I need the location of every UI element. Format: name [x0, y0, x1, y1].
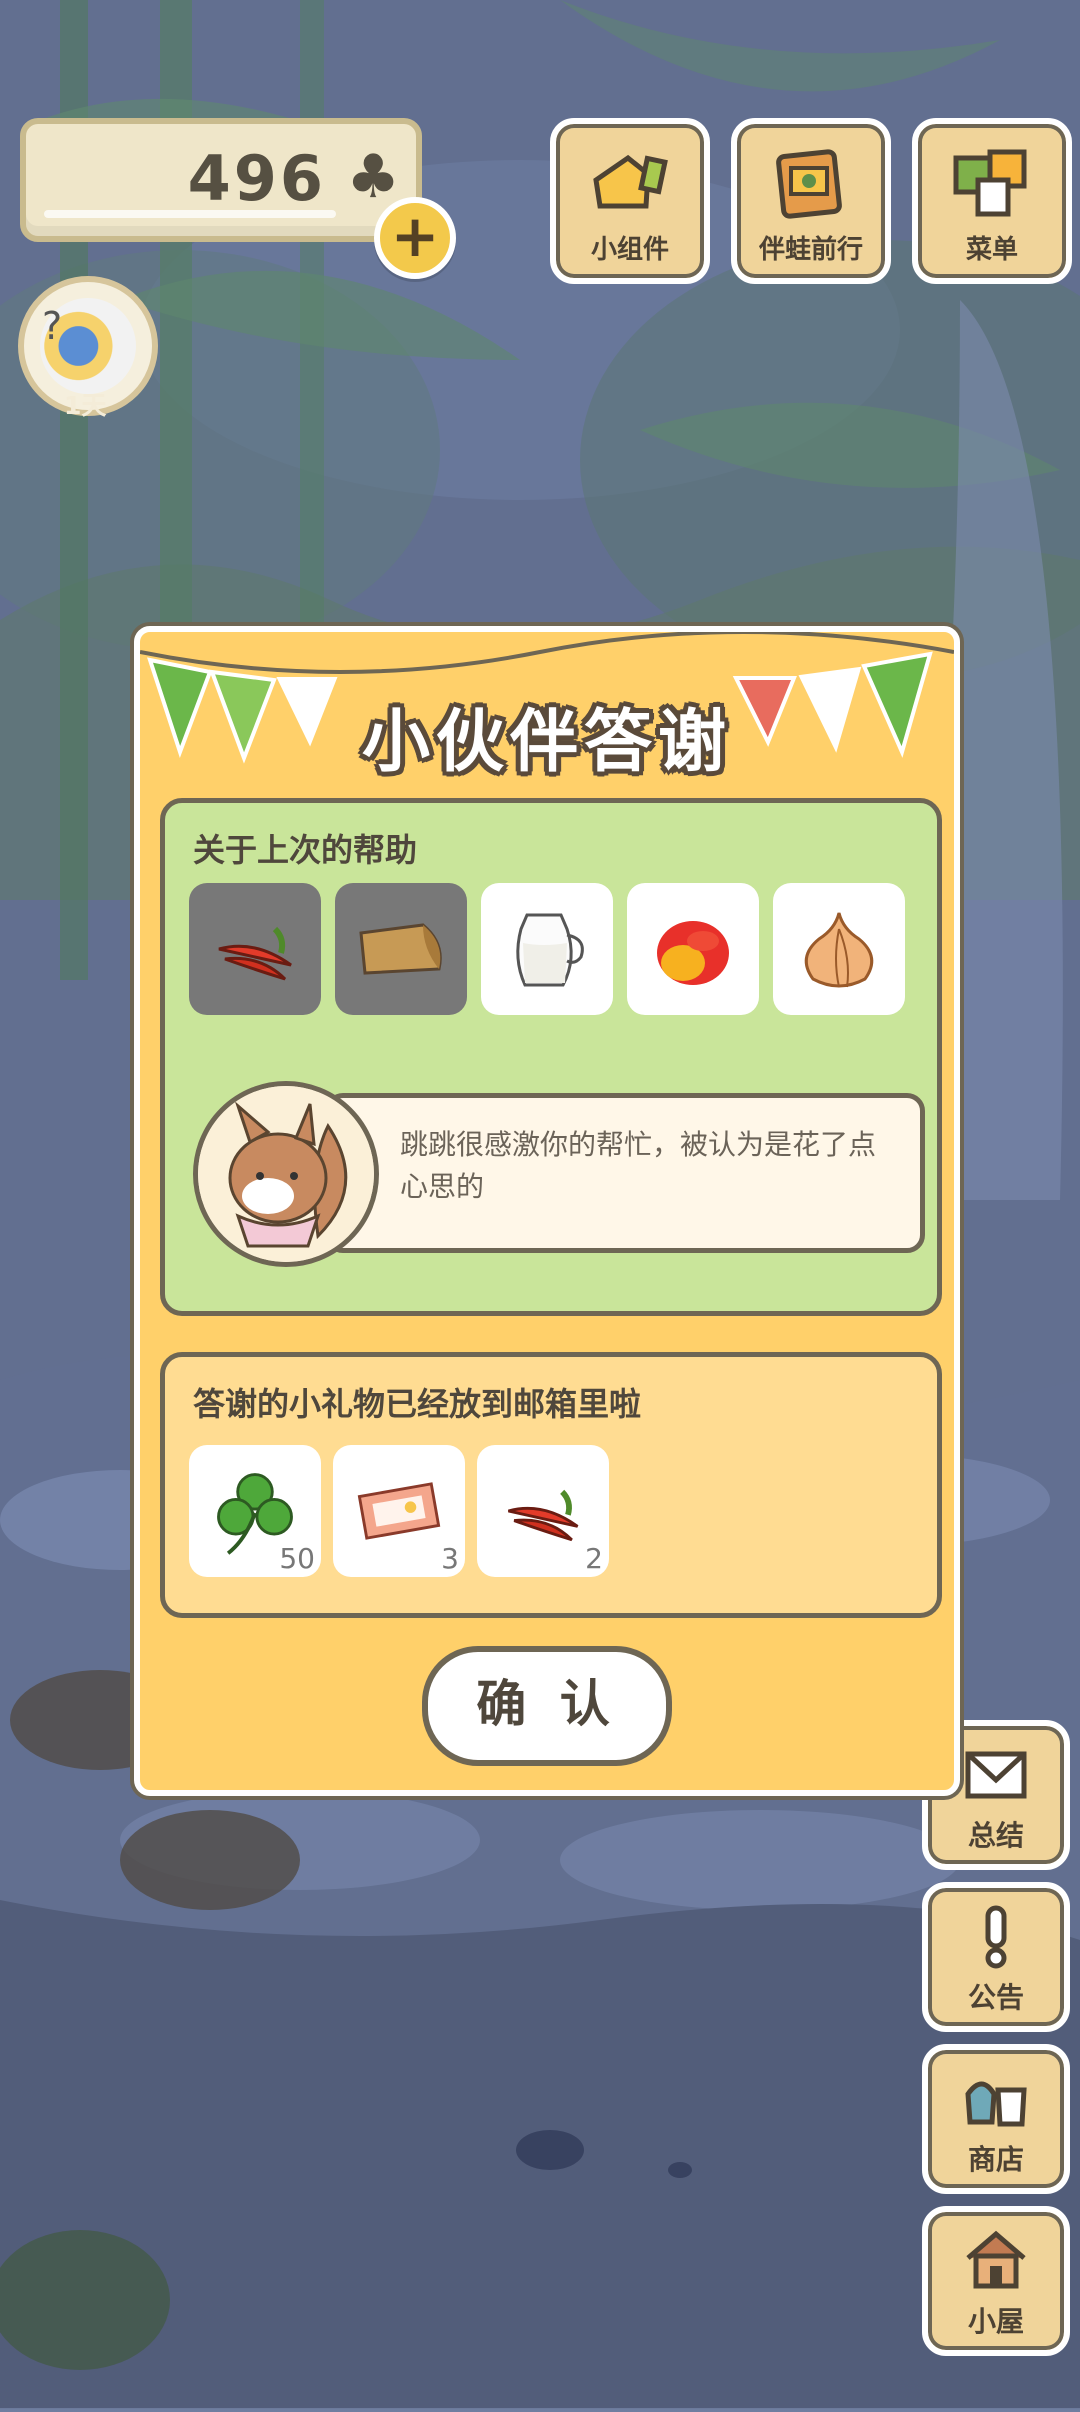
house-button[interactable]: 小屋 — [922, 2206, 1070, 2356]
question-mark-icon: ? — [42, 304, 63, 348]
menu-icon — [953, 149, 1027, 217]
squirrel-avatar — [193, 1081, 379, 1267]
squirrel-icon — [198, 1086, 374, 1262]
gift-section: 答谢的小礼物已经放到邮箱里啦 50 3 2 — [160, 1352, 942, 1618]
menu-button[interactable]: 菜单 — [912, 118, 1072, 284]
chili-pepper-icon — [218, 926, 292, 981]
house-label: 小屋 — [967, 2305, 1024, 2338]
widget-icon — [593, 154, 668, 209]
food-tile-chili — [189, 883, 321, 1015]
gift-count: 3 — [441, 1542, 459, 1575]
clover-count: 496 — [187, 142, 326, 215]
shop-label: 商店 — [967, 2143, 1024, 2176]
partner-thanks-dialog: 小伙伴答谢 关于上次的帮助 跳跳很感激你的帮忙，被认为是花了点心思的 答谢的小礼… — [134, 626, 960, 1796]
gift-count: 50 — [279, 1542, 315, 1575]
food-list — [189, 883, 905, 1015]
cheese-icon — [359, 923, 442, 975]
mail-icon — [965, 1751, 1027, 1799]
ticket-gift-icon — [357, 1482, 441, 1540]
gift-tile-ticket: 3 — [333, 1445, 465, 1577]
notice-label: 公告 — [967, 1981, 1024, 2014]
journey-label: 伴蛙前行 — [758, 235, 863, 265]
gift-section-title: 答谢的小礼物已经放到邮箱里啦 — [193, 1385, 642, 1423]
help-section-title: 关于上次的帮助 — [193, 831, 418, 869]
food-tile-milk — [481, 883, 613, 1015]
thanks-message: 跳跳很感激你的帮忙，被认为是花了点心思的 — [400, 1128, 877, 1203]
friend-days-label: 1天 — [64, 391, 107, 420]
journey-button[interactable]: 伴蛙前行 — [731, 118, 891, 284]
gift-tile-clover: 50 — [189, 1445, 321, 1577]
confirm-button[interactable]: 确 认 — [422, 1646, 672, 1766]
dialog-title: 小伙伴答谢 — [361, 703, 732, 782]
widget-button[interactable]: 小组件 — [550, 118, 710, 284]
shop-icon — [965, 2081, 1027, 2127]
chili-gift-icon — [508, 1489, 579, 1542]
clover-counter-highlight — [44, 210, 336, 218]
mango-icon — [657, 921, 729, 985]
milk-jug-icon — [516, 913, 584, 987]
gift-list: 50 3 2 — [189, 1445, 609, 1577]
summary-label: 总结 — [967, 1819, 1024, 1852]
menu-label: 菜单 — [965, 235, 1018, 265]
shop-button[interactable]: 商店 — [922, 2044, 1070, 2194]
exclamation-icon — [985, 1905, 1007, 1969]
gift-tile-chili: 2 — [477, 1445, 609, 1577]
help-section: 关于上次的帮助 跳跳很感激你的帮忙，被认为是花了点心思的 — [160, 798, 942, 1316]
house-icon — [966, 2230, 1026, 2289]
onion-icon — [804, 912, 874, 988]
food-tile-onion — [773, 883, 905, 1015]
notice-button[interactable]: 公告 — [922, 1882, 1070, 2032]
clover-counter: 496 ♣ — [20, 118, 422, 242]
food-tile-mango — [627, 883, 759, 1015]
message-card: 跳跳很感激你的帮忙，被认为是花了点心思的 — [325, 1093, 925, 1253]
gift-count: 2 — [585, 1542, 603, 1575]
album-icon — [776, 149, 842, 219]
widget-label: 小组件 — [590, 235, 669, 265]
add-clover-button[interactable]: + — [374, 197, 456, 279]
food-tile-cheese — [335, 883, 467, 1015]
